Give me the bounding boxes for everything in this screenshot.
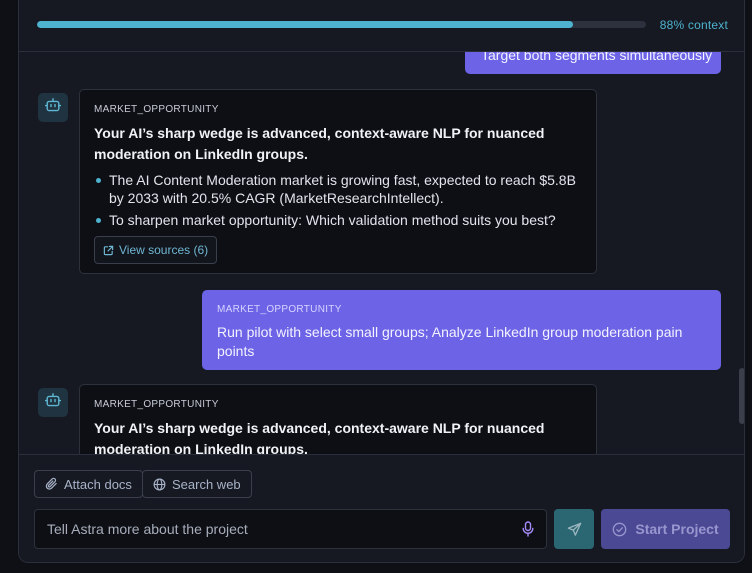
message-list[interactable]: Target both segments simultaneously MARK… (19, 52, 744, 454)
globe-icon (153, 478, 166, 491)
message-bullets: The AI Content Moderation market is grow… (94, 171, 584, 233)
scrollbar-thumb[interactable] (739, 368, 744, 424)
message-heading: Your AI’s sharp wedge is advanced, conte… (94, 420, 545, 454)
message-tag: MARKET_OPPORTUNITY (94, 104, 219, 115)
check-circle-icon (612, 522, 627, 537)
bullet-dot (96, 178, 101, 183)
bullet-text: To sharpen market opportunity: Which val… (109, 212, 556, 228)
context-header: 88% context (19, 0, 744, 52)
chat-panel: 88% context Target both segments simulta… (18, 0, 745, 563)
bot-avatar (38, 93, 68, 122)
search-web-label: Search web (172, 476, 241, 492)
context-progress-fill (37, 21, 573, 28)
paperclip-icon (45, 477, 58, 491)
attach-docs-button[interactable]: Attach docs (34, 470, 143, 498)
context-progress-bar (37, 21, 646, 28)
bullet-item: To sharpen market opportunity: Which val… (94, 211, 584, 229)
external-link-icon (103, 245, 114, 256)
bot-message: MARKET_OPPORTUNITY Your AI’s sharp wedge… (79, 384, 597, 454)
message-input[interactable] (35, 510, 505, 548)
attach-docs-label: Attach docs (64, 476, 132, 492)
view-sources-label: View sources (6) (119, 243, 209, 257)
bullet-dot (96, 218, 101, 223)
user-message: MARKET_OPPORTUNITY Run pilot with select… (202, 290, 721, 370)
start-project-label: Start Project (635, 521, 719, 537)
start-project-button[interactable]: Start Project (601, 509, 730, 549)
user-message-text: Run pilot with select small groups; Anal… (217, 324, 683, 359)
robot-icon (44, 98, 62, 117)
send-icon (567, 522, 582, 537)
view-sources-button[interactable]: View sources (6) (94, 236, 218, 264)
bullet-text: The AI Content Moderation market is grow… (109, 172, 576, 206)
microphone-icon[interactable] (522, 521, 534, 537)
bot-avatar (38, 388, 68, 417)
user-message-text: Target both segments simultaneously (481, 52, 713, 63)
bullet-item: The AI Content Moderation market is grow… (94, 171, 584, 207)
message-heading: Your AI’s sharp wedge is advanced, conte… (94, 125, 545, 162)
context-label: 88% context (659, 18, 728, 32)
bot-message: MARKET_OPPORTUNITY Your AI’s sharp wedge… (79, 89, 597, 274)
message-tag: MARKET_OPPORTUNITY (217, 304, 342, 315)
robot-icon (44, 393, 62, 412)
search-web-button[interactable]: Search web (142, 470, 252, 498)
user-message: Target both segments simultaneously (465, 52, 721, 74)
message-input-box (34, 509, 547, 549)
message-tag: MARKET_OPPORTUNITY (94, 399, 219, 410)
composer: Attach docs Search web Tell Astra more a… (19, 454, 744, 562)
send-button[interactable] (554, 509, 594, 549)
